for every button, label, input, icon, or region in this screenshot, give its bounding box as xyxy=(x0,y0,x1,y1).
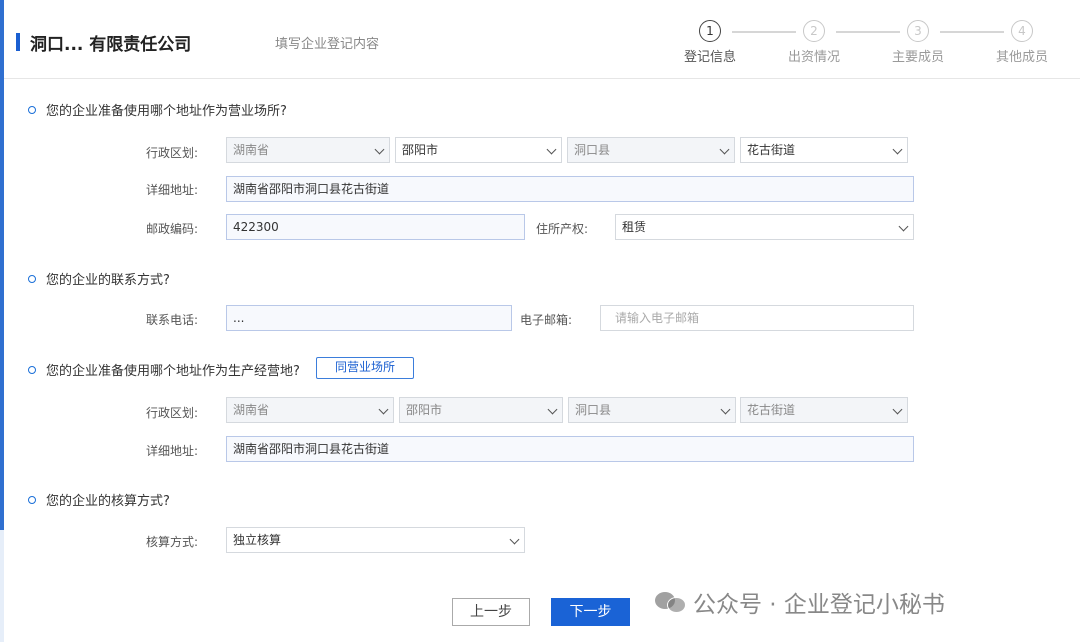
prev-step-button[interactable]: 上一步 xyxy=(452,598,530,626)
region-label: 行政区划: xyxy=(145,406,198,420)
question-text: 您的企业准备使用哪个地址作为营业场所? xyxy=(46,104,287,119)
address-label: 详细地址: xyxy=(145,444,198,458)
chevron-down-icon xyxy=(720,404,731,415)
accounting-question: 您的企业的核算方式? xyxy=(28,490,170,509)
select-value: 邵阳市 xyxy=(402,143,439,157)
province-select[interactable]: 湖南省 xyxy=(226,137,390,163)
email-input[interactable]: 请输入电子邮箱 xyxy=(600,305,914,331)
question-text: 您的企业的核算方式? xyxy=(46,494,170,509)
chevron-down-icon xyxy=(892,144,903,155)
chevron-down-icon xyxy=(898,221,909,232)
chevron-down-icon xyxy=(378,404,389,415)
street-select[interactable]: 花古街道 xyxy=(740,397,908,423)
step-label: 登记信息 xyxy=(683,50,736,65)
step-2[interactable]: 2 出资情况 xyxy=(774,20,854,65)
contact-question: 您的企业的联系方式? xyxy=(28,269,170,288)
step-number: 1 xyxy=(699,20,721,42)
bullet-icon xyxy=(28,495,36,504)
step-label: 其他成员 xyxy=(995,50,1048,65)
page-header: 洞口... 有限责任公司 填写企业登记内容 1 登记信息 2 出资情况 3 主要… xyxy=(4,0,1080,79)
postcode-input[interactable]: 422300 xyxy=(226,214,525,240)
watermark-text: 公众号 · 企业登记小秘书 xyxy=(693,592,945,618)
select-value: 湖南省 xyxy=(233,143,270,157)
chevron-down-icon xyxy=(509,534,520,545)
email-label: 电子邮箱: xyxy=(519,313,572,327)
address-input[interactable]: 湖南省邵阳市洞口县花古街道 xyxy=(226,176,914,202)
progress-steps: 1 登记信息 2 出资情况 3 主要成员 4 其他成员 xyxy=(664,20,1080,70)
select-value: 洞口县 xyxy=(574,143,611,157)
step-1[interactable]: 1 登记信息 xyxy=(670,20,750,65)
same-as-business-button[interactable]: 同营业场所 xyxy=(316,357,414,379)
select-value: 花古街道 xyxy=(747,403,796,417)
wechat-icon xyxy=(655,590,686,614)
address-input[interactable]: 湖南省邵阳市洞口县花古街道 xyxy=(226,436,914,462)
city-select[interactable]: 邵阳市 xyxy=(395,137,562,163)
select-value: 湖南省 xyxy=(233,403,270,417)
select-value: 独立核算 xyxy=(233,533,282,547)
chevron-down-icon xyxy=(546,144,557,155)
region-label: 行政区划: xyxy=(145,146,198,160)
county-select[interactable]: 洞口县 xyxy=(567,137,735,163)
province-select[interactable]: 湖南省 xyxy=(226,397,394,423)
left-accent-bar xyxy=(0,0,4,530)
phone-input[interactable]: ... xyxy=(226,305,512,331)
street-select[interactable]: 花古街道 xyxy=(740,137,908,163)
step-number: 3 xyxy=(907,20,929,42)
city-select[interactable]: 邵阳市 xyxy=(399,397,563,423)
postcode-label: 邮政编码: xyxy=(145,222,198,236)
step-number: 2 xyxy=(803,20,825,42)
chevron-down-icon xyxy=(547,404,558,415)
next-step-button[interactable]: 下一步 xyxy=(551,598,630,626)
property-select[interactable]: 租赁 xyxy=(615,214,914,240)
bullet-icon xyxy=(28,274,36,283)
chevron-down-icon xyxy=(892,404,903,415)
property-label: 住所产权: xyxy=(535,222,588,236)
step-label: 主要成员 xyxy=(891,50,944,65)
page-title: 洞口... 有限责任公司 xyxy=(30,35,192,55)
left-accent-bar-fade xyxy=(0,530,4,642)
watermark: 公众号 · 企业登记小秘书 xyxy=(655,585,945,619)
step-4[interactable]: 4 其他成员 xyxy=(982,20,1062,65)
production-site-question: 您的企业准备使用哪个地址作为生产经营地? xyxy=(28,360,300,379)
select-value: 租赁 xyxy=(622,220,647,234)
title-accent xyxy=(16,33,20,51)
chevron-down-icon xyxy=(719,144,730,155)
business-site-question: 您的企业准备使用哪个地址作为营业场所? xyxy=(28,100,287,119)
phone-label: 联系电话: xyxy=(145,313,198,327)
page-subtitle: 填写企业登记内容 xyxy=(275,37,380,52)
bullet-icon xyxy=(28,105,36,114)
chevron-down-icon xyxy=(374,144,385,155)
step-label: 出资情况 xyxy=(787,50,840,65)
select-value: 洞口县 xyxy=(575,403,612,417)
county-select[interactable]: 洞口县 xyxy=(568,397,736,423)
question-text: 您的企业的联系方式? xyxy=(46,273,170,288)
accounting-method-select[interactable]: 独立核算 xyxy=(226,527,525,553)
address-label: 详细地址: xyxy=(145,183,198,197)
question-text: 您的企业准备使用哪个地址作为生产经营地? xyxy=(46,364,300,379)
select-value: 邵阳市 xyxy=(406,403,443,417)
step-3[interactable]: 3 主要成员 xyxy=(878,20,958,65)
step-number: 4 xyxy=(1011,20,1033,42)
bullet-icon xyxy=(28,365,36,374)
select-value: 花古街道 xyxy=(747,143,796,157)
accounting-method-label: 核算方式: xyxy=(145,535,198,549)
